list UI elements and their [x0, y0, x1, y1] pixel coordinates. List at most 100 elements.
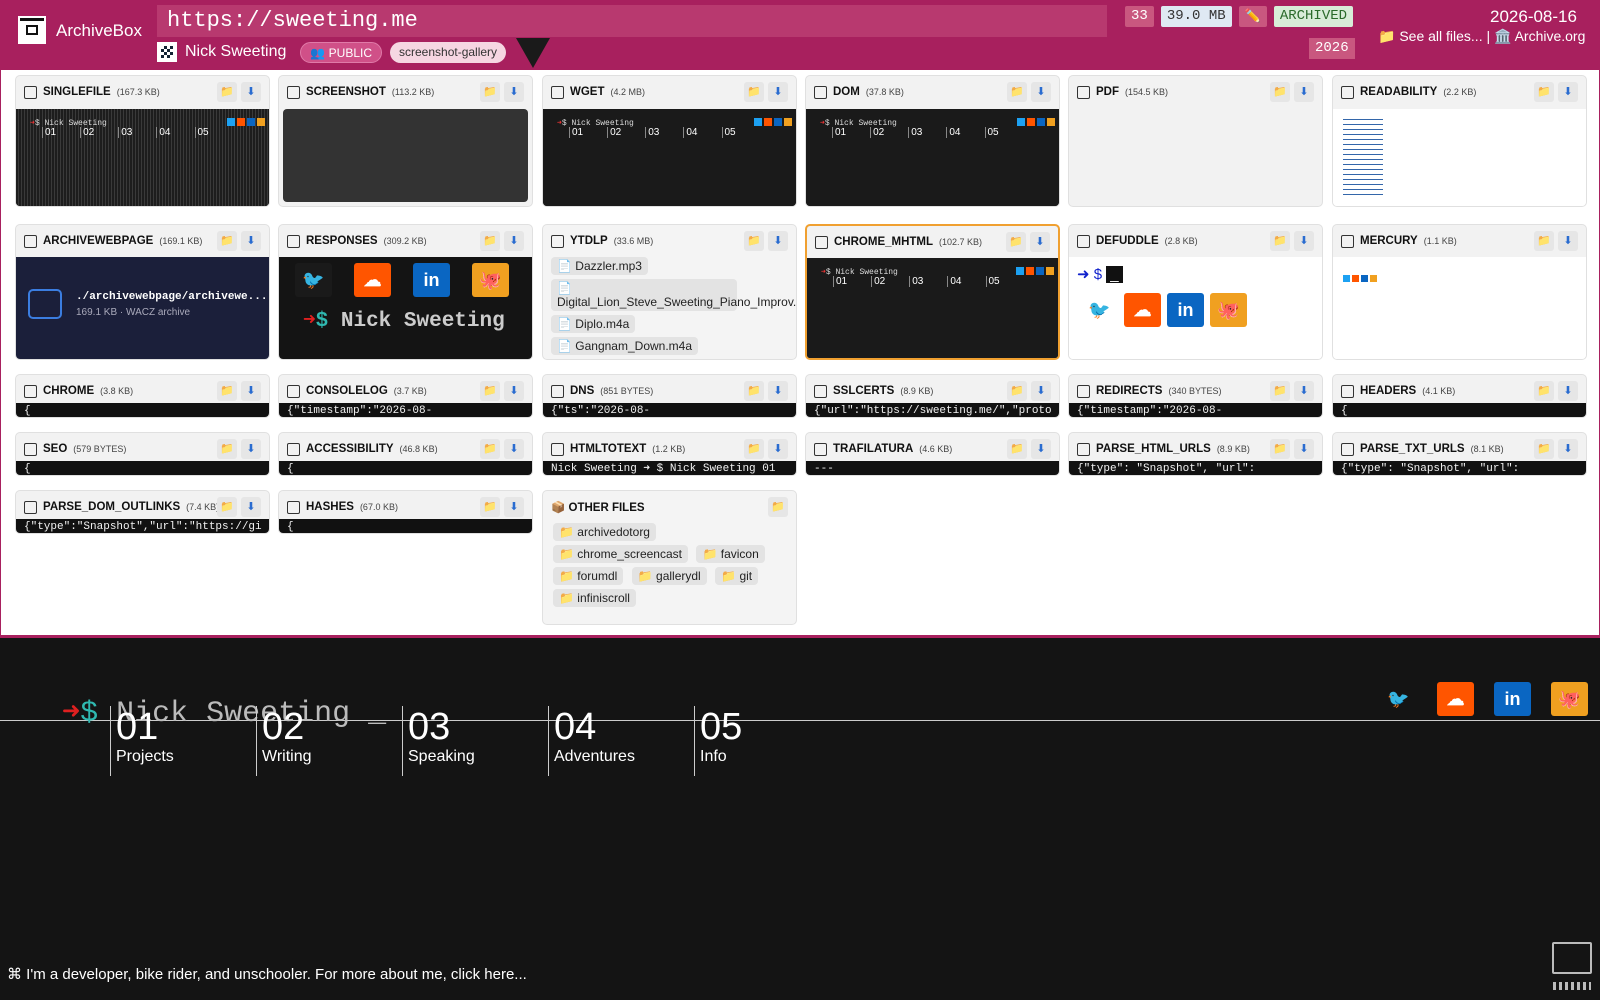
card-screenshot[interactable]: SCREENSHOT (113.2 KB) 📁 ⬇ — [278, 75, 533, 207]
card-consolelog[interactable]: CONSOLELOG (3.7 KB) 📁 ⬇ {"timestamp":"2026… — [278, 374, 533, 418]
open-folder-button[interactable]: 📁 — [1007, 439, 1027, 459]
site-tagline[interactable]: ⌘ I'm a developer, bike rider, and unsch… — [7, 965, 527, 983]
open-folder-button[interactable]: 📁 — [1270, 231, 1290, 251]
download-button[interactable]: ⬇ — [768, 439, 788, 459]
page-title[interactable]: Nick Sweeting — [185, 43, 286, 61]
app-title[interactable]: ArchiveBox — [56, 21, 142, 41]
download-button[interactable]: ⬇ — [504, 381, 524, 401]
open-folder-button[interactable]: 📁 — [480, 82, 500, 102]
open-folder-button[interactable]: 📁 — [1270, 381, 1290, 401]
card-parse-html-urls[interactable]: PARSE_HTML_URLS (8.9 KB) 📁 ⬇ {"type": "Sna… — [1068, 432, 1323, 476]
mercury-preview[interactable] — [1333, 257, 1586, 359]
responses-preview[interactable]: 🐦 ☁ in 🐙 ➜$ Nick Sweeting — [279, 257, 532, 359]
card-chrome[interactable]: CHROME (3.8 KB) 📁 ⬇ { — [15, 374, 270, 418]
visibility-badge[interactable]: 👥 PUBLIC — [300, 41, 382, 63]
download-button[interactable]: ⬇ — [1558, 82, 1578, 102]
card-redirects[interactable]: REDIRECTS (340 BYTES) 📁 ⬇ {"timestamp":"20… — [1068, 374, 1323, 418]
download-button[interactable]: ⬇ — [768, 82, 788, 102]
card-parse-dom-outlinks[interactable]: PARSE_DOM_OUTLINKS (7.4 KB) 📁 ⬇ {"type":"S… — [15, 490, 270, 534]
download-button[interactable]: ⬇ — [1294, 231, 1314, 251]
card-seo[interactable]: SEO (579 BYTES) 📁 ⬇ { — [15, 432, 270, 476]
open-folder-button[interactable]: 📁 — [1007, 381, 1027, 401]
card-trafilatura[interactable]: TRAFILATURA (4.6 KB) 📁 ⬇ --- — [805, 432, 1060, 476]
open-folder-button[interactable]: 📁 — [480, 497, 500, 517]
card-readability[interactable]: READABILITY (2.2 KB) 📁 ⬇ — [1332, 75, 1587, 207]
download-button[interactable]: ⬇ — [504, 439, 524, 459]
card-responses[interactable]: RESPONSES (309.2 KB) 📁 ⬇ 🐦 ☁ in 🐙 ➜$ Nick … — [278, 224, 533, 360]
mhtml-preview[interactable]: ➜$ Nick Sweeting 01 02 03 04 05 — [807, 258, 1058, 358]
download-button[interactable]: ⬇ — [1031, 439, 1051, 459]
card-archivewebpage[interactable]: ARCHIVEWEBPAGE (169.1 KB) 📁 ⬇ ./archiveweb… — [15, 224, 270, 360]
download-button[interactable]: ⬇ — [768, 231, 788, 251]
wacz-preview[interactable]: ./archivewebpage/archivewe... 169.1 KB ·… — [16, 257, 269, 359]
open-folder-button[interactable]: 📁 — [217, 82, 237, 102]
list-item[interactable]: 📄 Gangnam_Down.m4a — [551, 337, 699, 355]
open-folder-button[interactable]: 📁 — [1007, 82, 1027, 102]
list-item[interactable]: 📄 Digital_Lion_Steve_Sweeting_Piano_Impr… — [551, 279, 796, 311]
open-folder-button[interactable]: 📁 — [1270, 82, 1290, 102]
linkedin-icon[interactable]: in — [1494, 682, 1531, 716]
card-headers[interactable]: HEADERS (4.1 KB) 📁 ⬇ { — [1332, 374, 1587, 418]
list-item[interactable]: 📁 infiniscroll — [553, 589, 636, 607]
list-item[interactable]: 📄 Diplo.m4a — [551, 315, 636, 333]
download-button[interactable]: ⬇ — [241, 231, 261, 251]
card-dom[interactable]: DOM (37.8 KB) 📁 ⬇ ➜$ Nick Sweeting 01 02 03 0… — [805, 75, 1060, 207]
archive-org-link[interactable]: 🏛️ Archive.org — [1494, 28, 1585, 44]
open-folder-button[interactable]: 📁 — [1534, 82, 1554, 102]
download-button[interactable]: ⬇ — [1031, 82, 1051, 102]
open-folder-button[interactable]: 📁 — [744, 82, 764, 102]
card-pdf[interactable]: PDF (154.5 KB) 📁 ⬇ — [1068, 75, 1323, 207]
card-ytdlp[interactable]: YTDLP (33.6 MB) 📁 ⬇ 📄 Dazzler.mp3 📄 Digita… — [542, 224, 797, 360]
open-folder-button[interactable]: 📁 — [217, 497, 237, 517]
open-folder-button[interactable]: 📁 — [217, 231, 237, 251]
list-item[interactable]: 📁 git — [715, 567, 759, 585]
list-item[interactable]: 📁 chrome_screencast — [553, 545, 688, 563]
open-folder-button[interactable]: 📁 — [744, 231, 764, 251]
download-button[interactable]: ⬇ — [241, 82, 261, 102]
download-button[interactable]: ⬇ — [1558, 231, 1578, 251]
download-button[interactable]: ⬇ — [1294, 381, 1314, 401]
card-sslcerts[interactable]: SSLCERTS (8.9 KB) 📁 ⬇ {"url":"https://swee… — [805, 374, 1060, 418]
download-button[interactable]: ⬇ — [241, 439, 261, 459]
soundcloud-icon[interactable]: ☁ — [1437, 682, 1474, 716]
singlefile-preview[interactable]: ➜$ Nick Sweeting 01 02 03 04 05 — [16, 109, 269, 206]
open-folder-button[interactable]: 📁 — [744, 381, 764, 401]
screenshot-preview[interactable] — [283, 109, 528, 202]
url-field[interactable]: https://sweeting.me — [157, 5, 1107, 37]
defuddle-preview[interactable]: ➜ $ _ 🐦 ☁ in 🐙 — [1069, 257, 1322, 359]
list-item[interactable]: 📁 forumdl — [553, 567, 624, 585]
twitter-icon[interactable]: 🐦 — [1380, 682, 1417, 716]
card-parse-txt-urls[interactable]: PARSE_TXT_URLS (8.1 KB) 📁 ⬇ {"type": "Snap… — [1332, 432, 1587, 476]
nav-item-writing[interactable]: 02 Writing — [256, 706, 402, 776]
open-folder-button[interactable]: 📁 — [480, 439, 500, 459]
card-hashes[interactable]: HASHES (67.0 KB) 📁 ⬇ { — [278, 490, 533, 534]
edit-button[interactable]: ✏️ — [1238, 6, 1267, 27]
see-all-files-link[interactable]: 📁 See all files... — [1378, 28, 1483, 44]
dropdown-triangle-icon[interactable] — [516, 38, 550, 68]
github-icon[interactable]: 🐙 — [1551, 682, 1588, 716]
list-item[interactable]: 📁 gallerydl — [631, 567, 707, 585]
card-other-files[interactable]: 📦 OTHER FILES 📁 📁 archivedotorg 📁 chrome… — [542, 490, 797, 625]
download-button[interactable]: ⬇ — [1294, 439, 1314, 459]
nav-item-projects[interactable]: 01 Projects — [110, 706, 256, 776]
open-folder-button[interactable]: 📁 — [480, 231, 500, 251]
readability-preview[interactable] — [1333, 109, 1586, 206]
list-item[interactable]: 📄 Dazzler.mp3 — [551, 257, 648, 275]
open-folder-button[interactable]: 📁 — [1534, 231, 1554, 251]
download-button[interactable]: ⬇ — [241, 381, 261, 401]
list-item[interactable]: 📁 favicon — [696, 545, 765, 563]
open-folder-button[interactable]: 📁 — [1006, 232, 1026, 252]
download-button[interactable]: ⬇ — [504, 231, 524, 251]
card-wget[interactable]: WGET (4.2 MB) 📁 ⬇ ➜$ Nick Sweeting 01 02 03 0… — [542, 75, 797, 207]
card-chrome-mhtml[interactable]: CHROME_MHTML (102.7 KB) 📁 ⬇ ➜$ Nick Sweeti… — [805, 224, 1060, 360]
list-item[interactable]: 📁 archivedotorg — [553, 523, 656, 541]
download-button[interactable]: ⬇ — [241, 497, 261, 517]
card-singlefile[interactable]: SINGLEFILE (167.3 KB) 📁 ⬇ ➜$ Nick Sweeting… — [15, 75, 270, 207]
card-dns[interactable]: DNS (851 BYTES) 📁 ⬇ {"ts":"2026-08- — [542, 374, 797, 418]
open-folder-button[interactable]: 📁 — [1534, 381, 1554, 401]
archivebox-logo-icon[interactable] — [18, 16, 46, 44]
open-folder-button[interactable]: 📁 — [217, 439, 237, 459]
card-accessibility[interactable]: ACCESSIBILITY (46.8 KB) 📁 ⬇ { — [278, 432, 533, 476]
open-folder-button[interactable]: 📁 — [217, 381, 237, 401]
open-folder-button[interactable]: 📁 — [768, 497, 788, 517]
